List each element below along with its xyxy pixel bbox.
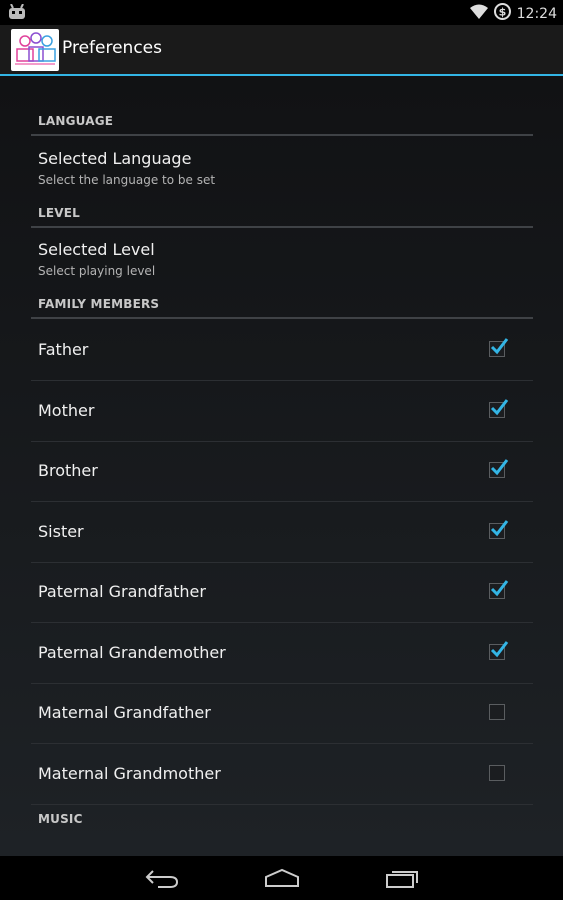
family-member-label: Brother xyxy=(38,461,98,480)
navigation-bar xyxy=(0,856,563,900)
back-button[interactable] xyxy=(144,866,180,894)
maternal-grandfather-checkbox[interactable] xyxy=(489,704,505,720)
status-bar: $ 12:24 xyxy=(0,0,563,25)
family-member-label: Paternal Grandfather xyxy=(38,582,206,601)
android-debug-icon xyxy=(8,3,26,24)
family-member-label: Maternal Grandmother xyxy=(38,764,221,783)
checkmark-icon xyxy=(490,459,509,476)
selected-language-title: Selected Language xyxy=(38,149,192,168)
category-music: MUSIC xyxy=(31,808,533,832)
category-language: LANGUAGE xyxy=(31,110,533,136)
checkmark-icon xyxy=(490,520,509,537)
svg-text:$: $ xyxy=(498,6,506,19)
selected-level-summary: Select playing level xyxy=(38,264,156,278)
family-member-row-brother[interactable]: Brother xyxy=(31,441,533,502)
wifi-icon xyxy=(469,4,488,24)
checkmark-icon xyxy=(490,399,509,416)
data-saver-icon: $ xyxy=(493,3,511,24)
sister-checkbox[interactable] xyxy=(489,520,509,539)
family-member-label: Paternal Grandemother xyxy=(38,643,226,662)
selected-language-summary: Select the language to be set xyxy=(38,173,216,187)
checkmark-icon xyxy=(490,641,509,658)
maternal-grandmother-checkbox[interactable] xyxy=(489,765,505,781)
family-member-row-paternal-grandfather[interactable]: Paternal Grandfather xyxy=(31,562,533,623)
category-family-members: FAMILY MEMBERS xyxy=(31,293,533,319)
family-member-row-maternal-grandfather[interactable]: Maternal Grandfather xyxy=(31,683,533,744)
app-logo-icon[interactable] xyxy=(11,29,59,71)
category-level: LEVEL xyxy=(31,202,533,228)
father-checkbox[interactable] xyxy=(489,338,509,357)
checkmark-icon xyxy=(490,580,509,597)
action-bar: Preferences xyxy=(0,25,563,76)
family-member-row-mother[interactable]: Mother xyxy=(31,381,533,442)
family-member-row-father[interactable]: Father xyxy=(31,320,533,381)
family-member-label: Maternal Grandfather xyxy=(38,703,211,722)
category-family-members-label: FAMILY MEMBERS xyxy=(38,297,160,311)
family-member-label: Sister xyxy=(38,522,84,541)
family-member-row-paternal-grandmother[interactable]: Paternal Grandemother xyxy=(31,623,533,684)
home-button[interactable] xyxy=(263,866,301,894)
family-member-label: Mother xyxy=(38,401,95,420)
family-member-row-sister[interactable]: Sister xyxy=(31,502,533,563)
recent-apps-icon xyxy=(386,871,418,888)
category-language-label: LANGUAGE xyxy=(38,114,114,128)
paternal-grandmother-checkbox[interactable] xyxy=(489,641,509,660)
status-clock: 12:24 xyxy=(516,5,557,22)
brother-checkbox[interactable] xyxy=(489,459,509,478)
mother-checkbox[interactable] xyxy=(489,399,509,418)
back-icon xyxy=(145,870,179,888)
page-title: Preferences xyxy=(62,38,162,58)
category-level-label: LEVEL xyxy=(38,206,80,220)
selected-level-title: Selected Level xyxy=(38,240,155,259)
home-icon xyxy=(265,868,299,887)
family-member-label: Father xyxy=(38,340,89,359)
selected-language-preference[interactable]: Selected Language Select the language to… xyxy=(31,136,533,196)
recent-apps-button[interactable] xyxy=(384,866,420,894)
family-member-row-maternal-grandmother[interactable]: Maternal Grandmother xyxy=(31,744,533,805)
checkmark-icon xyxy=(490,338,509,355)
paternal-grandfather-checkbox[interactable] xyxy=(489,580,509,599)
preferences-list[interactable]: LANGUAGE Selected Language Select the la… xyxy=(0,76,563,856)
selected-level-preference[interactable]: Selected Level Select playing level xyxy=(31,228,533,288)
category-music-label: MUSIC xyxy=(38,812,83,826)
